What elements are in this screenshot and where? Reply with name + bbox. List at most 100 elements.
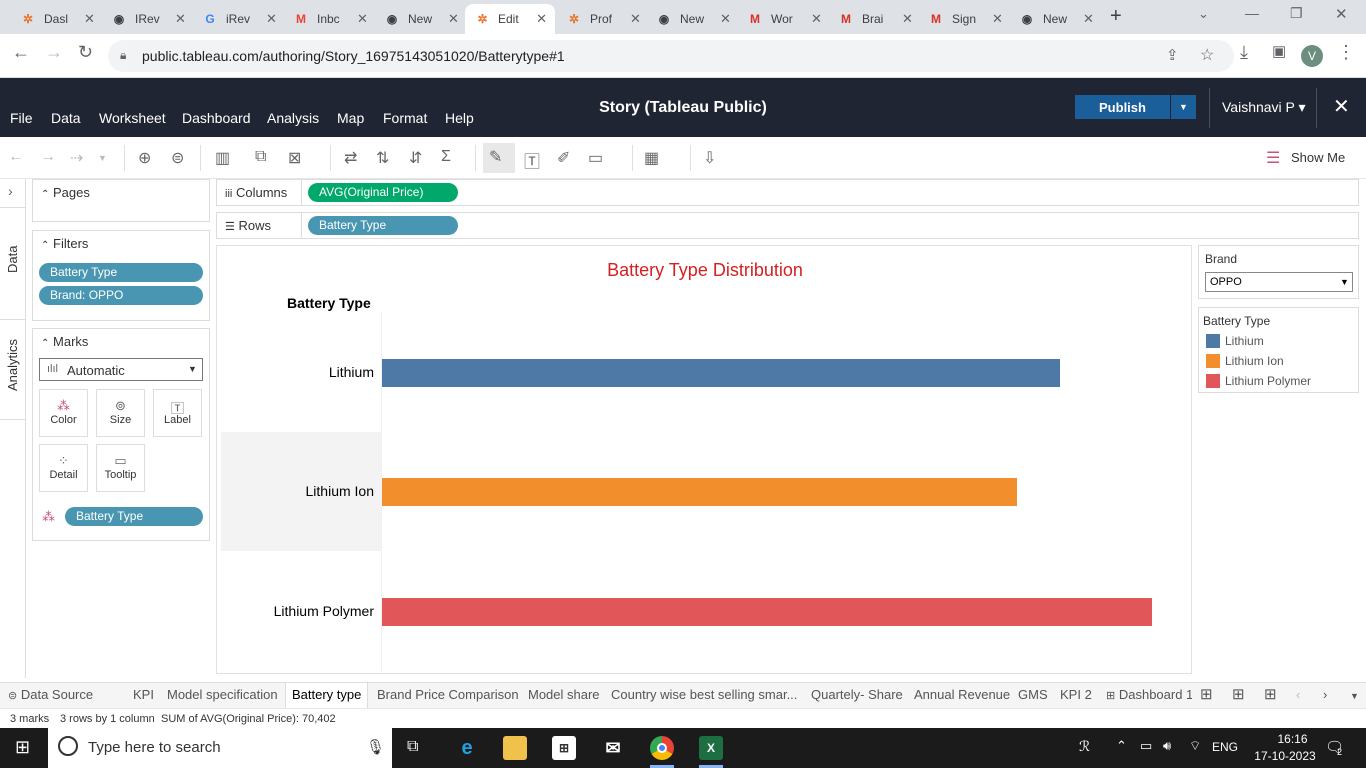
scroll-tabs-left-icon[interactable]: ‹	[1296, 687, 1300, 702]
totals-icon[interactable]: Σ	[441, 148, 451, 166]
bar-mark[interactable]	[382, 597, 1152, 626]
duplicate-sheet-icon[interactable]: ⧉	[255, 148, 266, 166]
legend-item[interactable]: Lithium Polymer	[1206, 374, 1311, 388]
browser-tab[interactable]: GiRev ✕	[192, 4, 285, 34]
edge-icon[interactable]: e	[455, 736, 479, 760]
browser-tab[interactable]: M Brai ✕	[828, 4, 921, 34]
tab-dashboard-1[interactable]: ⊞ Dashboard 1	[1106, 687, 1192, 702]
marks-header[interactable]: ⌃ Marks	[41, 334, 88, 349]
reload-icon[interactable]: ↻	[78, 42, 93, 63]
clock-date[interactable]: 17-10-2023	[1250, 749, 1320, 763]
browser-tab[interactable]: M Inbc ✕	[283, 4, 376, 34]
tooltip-mark-button[interactable]: ▭ Tooltip	[96, 444, 145, 492]
task-view-icon[interactable]: ⧉	[407, 738, 418, 756]
minimize-icon[interactable]: —	[1245, 5, 1259, 21]
replay-dropdown-icon[interactable]: ▼	[98, 153, 107, 163]
show-me-button[interactable]: Show Me	[1291, 150, 1345, 165]
filter-pill-battery-type[interactable]: Battery Type	[39, 263, 203, 282]
close-tab-icon[interactable]: ✕	[175, 11, 186, 27]
download-icon[interactable]: ⤓	[1240, 42, 1248, 63]
browser-tab[interactable]: ✲ Dasl ✕	[10, 4, 103, 34]
color-pill-battery-type[interactable]: Battery Type	[65, 507, 203, 526]
new-worksheet-icon[interactable]: ▥	[215, 148, 230, 168]
menu-analysis[interactable]: Analysis	[267, 110, 319, 126]
legend-item[interactable]: Lithium	[1206, 334, 1264, 348]
pause-updates-icon[interactable]: ⊜	[171, 148, 184, 168]
browser-tab[interactable]: ◉ IRev ✕	[101, 4, 194, 34]
new-story-tab-icon[interactable]: ⊞	[1264, 685, 1277, 703]
close-tab-icon[interactable]: ✕	[84, 11, 95, 27]
tab-search-icon[interactable]: ⌄	[1198, 6, 1209, 22]
browser-tab[interactable]: M Wor ✕	[737, 4, 830, 34]
menu-file[interactable]: File	[10, 110, 33, 126]
label-mark-button[interactable]: 🅃 Label	[153, 389, 202, 437]
back-icon[interactable]: ←	[12, 42, 30, 63]
color-mark-button[interactable]: ⁂ Color	[39, 389, 88, 437]
columns-pill[interactable]: AVG(Original Price)	[308, 183, 458, 202]
filter-pill-brand[interactable]: Brand: OPPO	[39, 286, 203, 305]
tab-annual-revenue[interactable]: Annual Revenue	[914, 687, 1010, 702]
sort-ascending-icon[interactable]: ⇅	[376, 148, 389, 168]
format-workbook-icon[interactable]: ✐	[557, 148, 570, 168]
close-tab-icon[interactable]: ✕	[902, 11, 913, 27]
menu-map[interactable]: Map	[337, 110, 364, 126]
menu-help[interactable]: Help	[445, 110, 474, 126]
browser-tab[interactable]: ◉ New ✕	[1009, 4, 1102, 34]
excel-icon[interactable]: X	[699, 736, 723, 760]
file-explorer-icon[interactable]	[503, 736, 527, 760]
new-dashboard-tab-icon[interactable]: ⊞	[1232, 685, 1245, 703]
rows-pill[interactable]: Battery Type	[308, 216, 458, 235]
swap-rows-columns-icon[interactable]: ⇄	[344, 148, 357, 168]
detail-mark-button[interactable]: ⁘ Detail	[39, 444, 88, 492]
show-me-icon[interactable]: ☰	[1266, 148, 1280, 168]
presentation-mode-icon[interactable]: ▦	[644, 148, 659, 168]
show-mark-labels-icon[interactable]: 🅃	[524, 148, 540, 172]
close-editor-icon[interactable]: ✕	[1333, 94, 1350, 119]
tab-model-specification[interactable]: Model specification	[167, 687, 278, 702]
close-tab-icon[interactable]: ✕	[357, 11, 368, 27]
new-worksheet-tab-icon[interactable]: ⊞	[1200, 685, 1213, 703]
fit-icon[interactable]: ▭	[588, 148, 603, 168]
download-icon[interactable]: ⇩	[703, 148, 716, 168]
wifi-icon[interactable]: ⌔	[1189, 738, 1201, 754]
chrome-icon[interactable]	[650, 736, 674, 760]
tab-model-share[interactable]: Model share	[528, 687, 600, 702]
clock-time[interactable]: 16:16	[1265, 732, 1320, 746]
close-tab-icon[interactable]: ✕	[266, 11, 277, 27]
menu-dashboard[interactable]: Dashboard	[182, 110, 251, 126]
browser-tab-active[interactable]: ✲ Edit ✕	[465, 4, 555, 34]
filters-header[interactable]: ⌃ Filters	[41, 236, 88, 251]
close-tab-icon[interactable]: ✕	[720, 11, 731, 27]
new-tab-icon[interactable]: +	[1110, 5, 1122, 28]
new-data-source-icon[interactable]: ⊕	[138, 148, 151, 168]
tab-gms[interactable]: GMS	[1018, 687, 1048, 702]
close-tab-icon[interactable]: ✕	[448, 11, 459, 27]
tab-kpi-2[interactable]: KPI 2	[1060, 687, 1092, 702]
browser-tab[interactable]: M Sign ✕	[918, 4, 1011, 34]
bar-mark[interactable]	[382, 478, 1018, 507]
bookmark-star-icon[interactable]: ☆	[1200, 45, 1214, 65]
url-bar[interactable]: 🔒︎ public.tableau.com/authoring/Story_16…	[108, 40, 1234, 72]
bar-mark[interactable]	[382, 358, 1060, 387]
clear-sheet-icon[interactable]: ⊠	[288, 148, 301, 168]
more-menu-icon[interactable]: ⋮	[1337, 42, 1355, 63]
scroll-tabs-right-icon[interactable]: ›	[1323, 687, 1327, 702]
replay-icon[interactable]: ⇢	[70, 148, 83, 168]
store-icon[interactable]: ⊞	[552, 736, 576, 760]
restore-icon[interactable]: ❐	[1290, 5, 1303, 22]
people-icon[interactable]: ℛ	[1079, 738, 1090, 755]
tab-country-wise-best-selling[interactable]: Country wise best selling smar...	[611, 687, 797, 702]
side-panel-icon[interactable]: ▣	[1272, 42, 1286, 60]
undo-icon[interactable]: ←	[8, 148, 24, 166]
close-tab-icon[interactable]: ✕	[992, 11, 1003, 27]
mail-icon[interactable]: ✉	[601, 736, 625, 760]
tab-brand-price-comparison[interactable]: Brand Price Comparison	[377, 687, 519, 702]
sort-descending-icon[interactable]: ⇵	[409, 148, 422, 168]
size-mark-button[interactable]: ⊚ Size	[96, 389, 145, 437]
battery-icon[interactable]: ▭	[1140, 738, 1152, 754]
menu-worksheet[interactable]: Worksheet	[99, 110, 166, 126]
brand-filter-select[interactable]: OPPO ▼	[1205, 272, 1353, 292]
publish-button[interactable]: Publish	[1075, 95, 1170, 119]
browser-tab[interactable]: ◉ New ✕	[646, 4, 739, 34]
highlight-icon[interactable]: ✎	[483, 143, 515, 173]
